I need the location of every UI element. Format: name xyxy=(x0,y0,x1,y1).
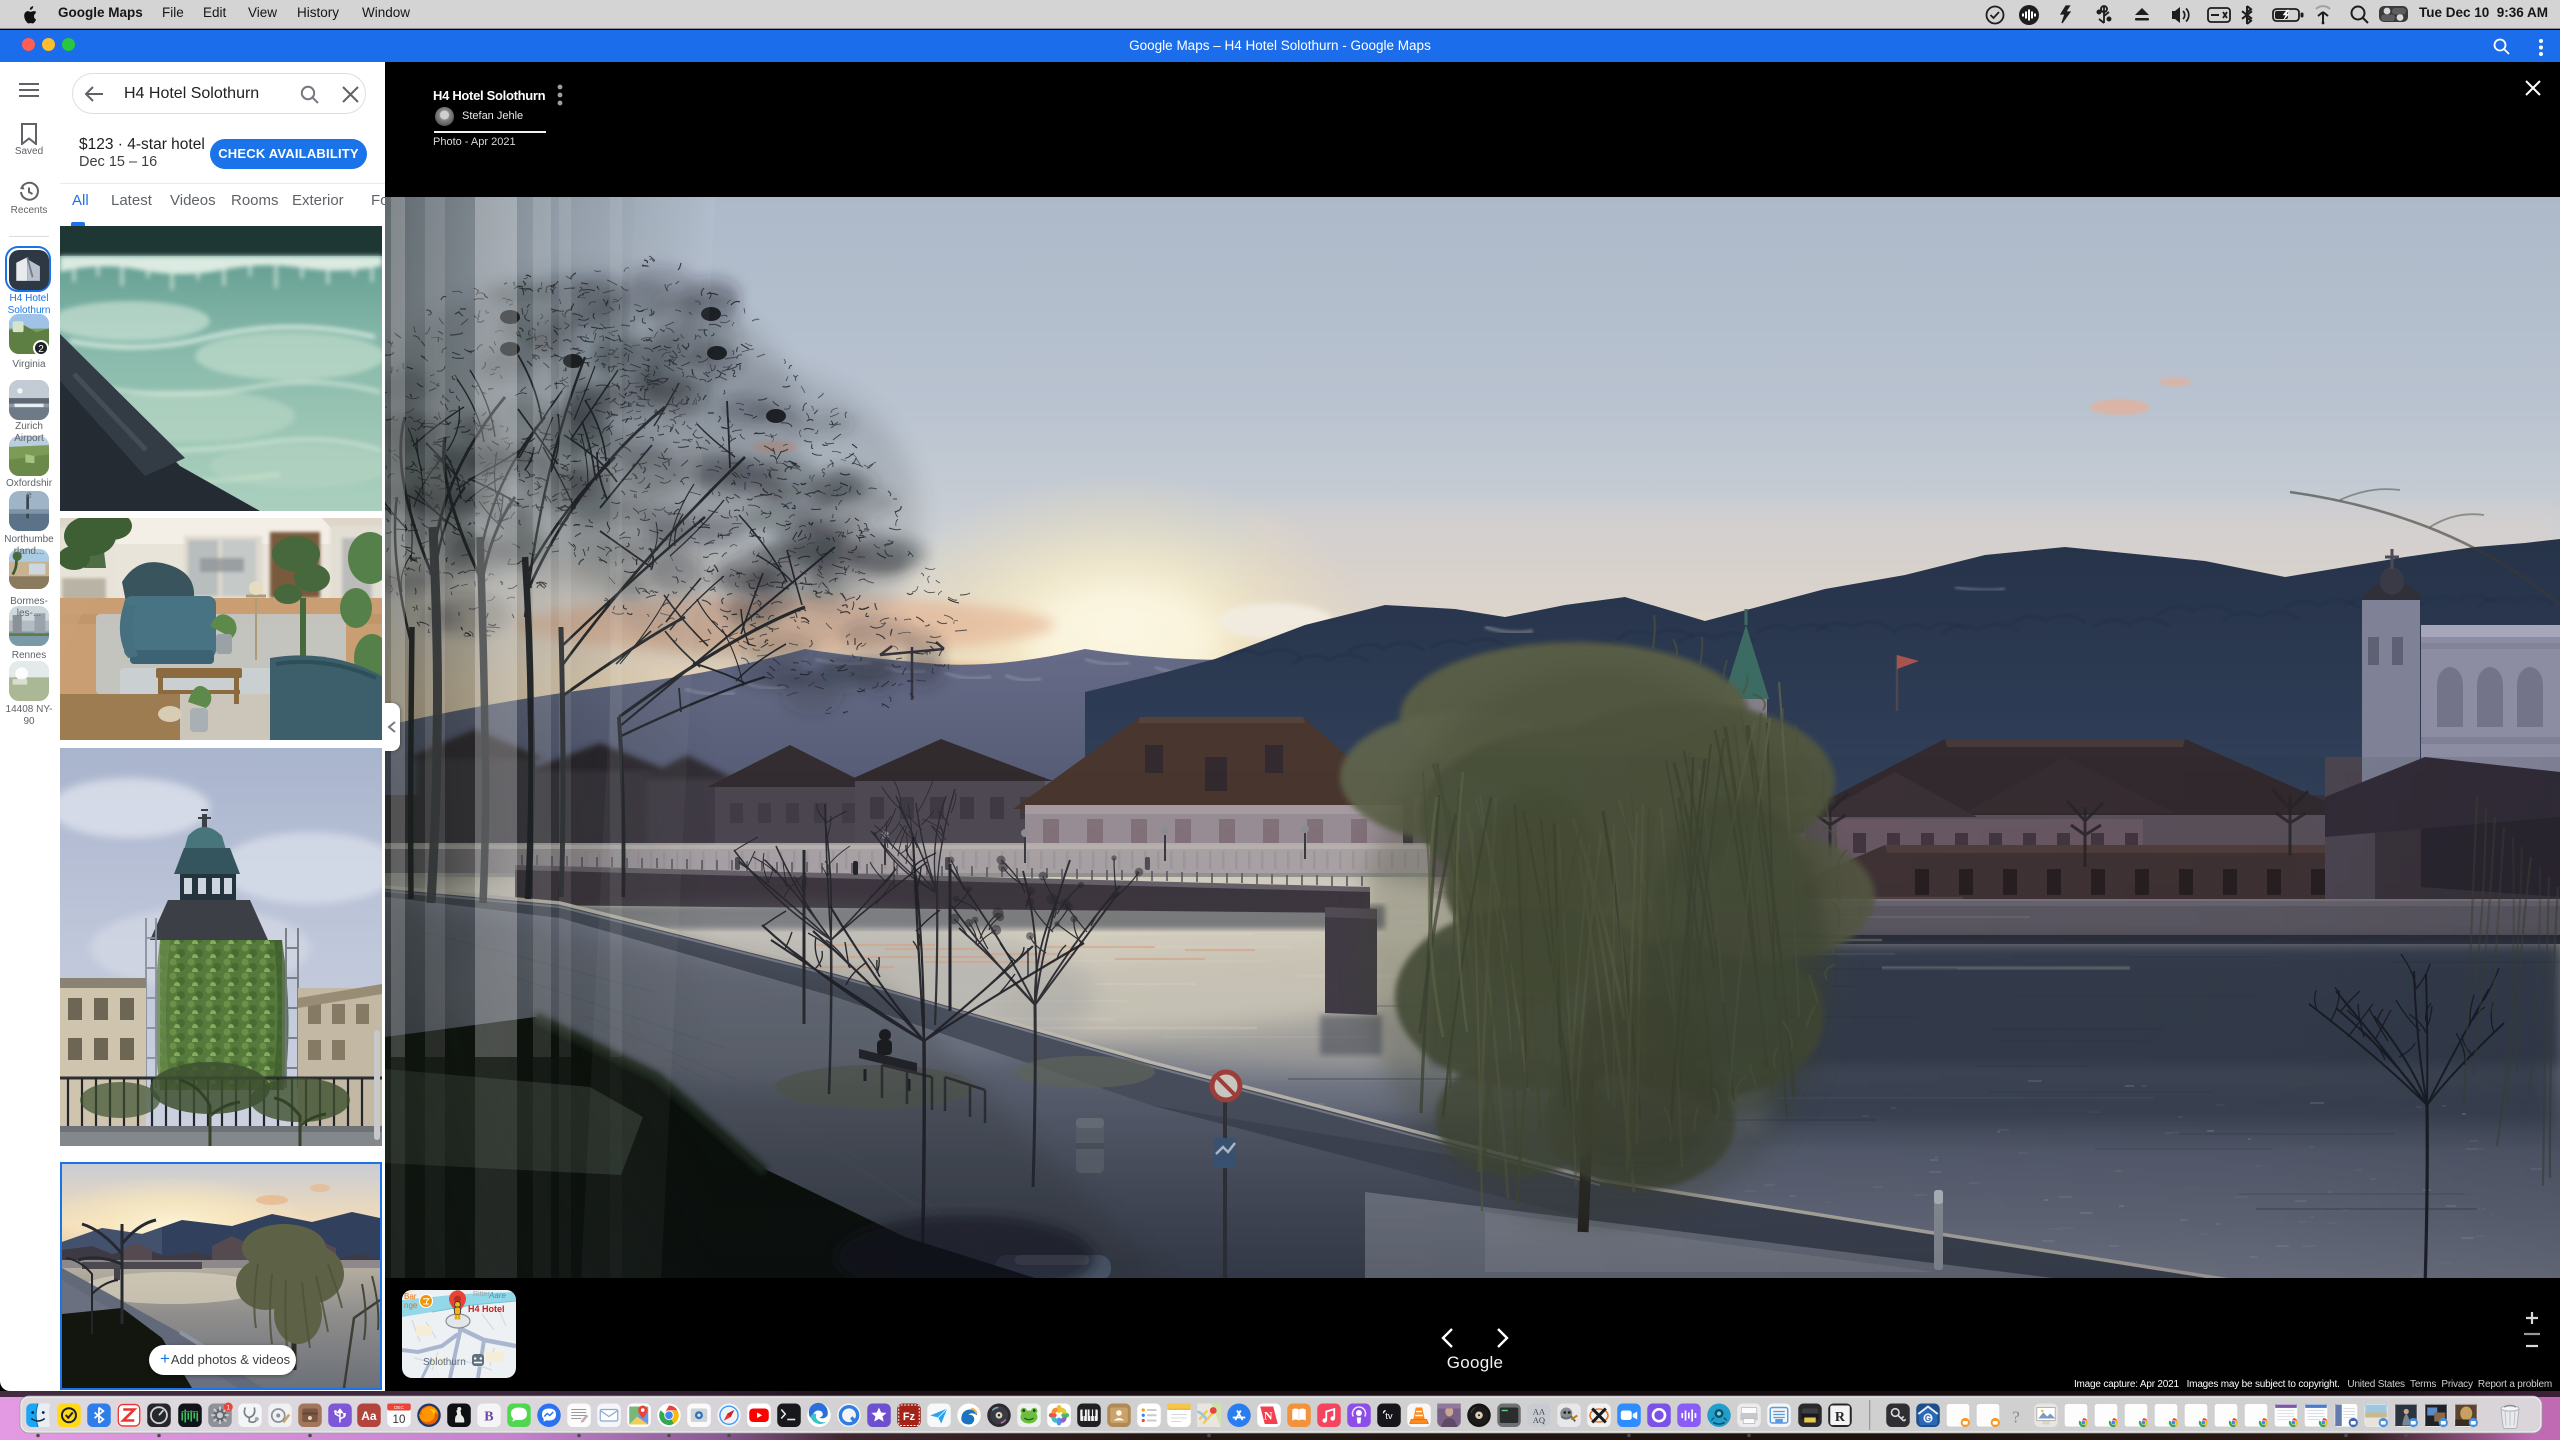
svg-text:Aare: Aare xyxy=(488,1291,506,1300)
svg-text:Fz: Fz xyxy=(903,1411,916,1423)
svg-text:B: B xyxy=(484,1410,493,1425)
svg-text:Bar: Bar xyxy=(404,1292,417,1301)
svg-text:Ritter: Ritter xyxy=(473,1291,490,1298)
svg-text:tv: tv xyxy=(1385,1411,1393,1422)
svg-text:DEC: DEC xyxy=(394,1405,404,1410)
svg-text:nge: nge xyxy=(404,1301,418,1310)
svg-text:?: ? xyxy=(2012,1408,2020,1427)
svg-text:10: 10 xyxy=(393,1414,406,1426)
svg-text:R: R xyxy=(1835,1410,1846,1425)
svg-text:1: 1 xyxy=(226,1405,230,1412)
svg-text:Aa: Aa xyxy=(361,1409,377,1423)
svg-text:H4 Hotel: H4 Hotel xyxy=(468,1304,505,1314)
svg-text:Solothurn: Solothurn xyxy=(423,1357,466,1368)
svg-text:G: G xyxy=(1925,1414,1931,1423)
svg-text:N: N xyxy=(1264,1409,1273,1423)
svg-text:AQ: AQ xyxy=(1533,1415,1545,1425)
